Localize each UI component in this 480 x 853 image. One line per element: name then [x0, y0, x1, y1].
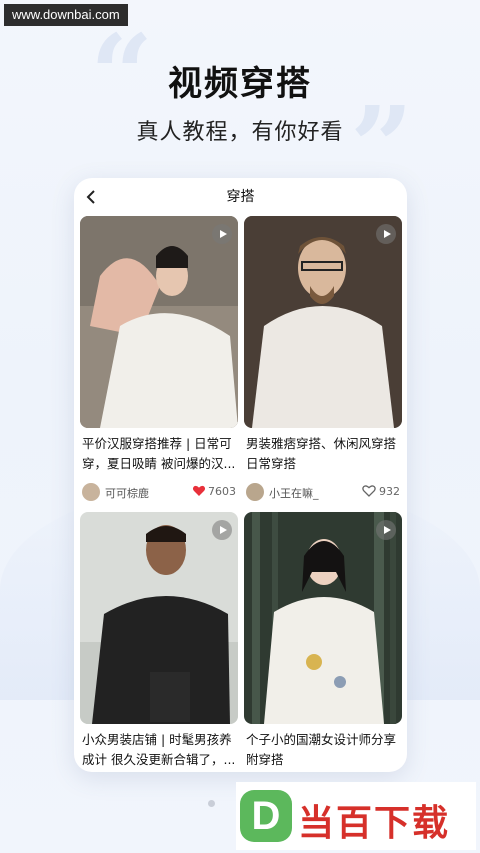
brand-logo: D 当百下载 — [236, 782, 476, 850]
video-meta: 小王在嘛_ 932 — [244, 482, 402, 502]
author-avatar[interactable] — [82, 483, 100, 501]
video-card[interactable]: 个子小的国潮女设计师分享附穿搭 — [244, 512, 402, 770]
top-nav-bar: 穿搭 — [74, 178, 407, 216]
video-thumbnail[interactable] — [80, 216, 238, 428]
heart-filled-icon[interactable] — [192, 484, 206, 498]
play-icon — [212, 520, 232, 540]
like-count: 7603 — [208, 485, 236, 498]
author-name[interactable]: 小王在嘛_ — [269, 485, 319, 501]
thumbnail-image — [80, 216, 238, 428]
author-name[interactable]: 可可棕鹿 — [105, 485, 149, 501]
promo-headline: 视频穿搭 — [168, 64, 312, 104]
carousel-indicator — [208, 800, 218, 810]
thumbnail-image — [244, 512, 402, 724]
video-title: 小众男装店铺 | 时髦男孩养成计 很久没更新合辑了，... — [82, 732, 236, 767]
screen-title: 穿搭 — [226, 189, 255, 205]
carousel-dot[interactable] — [208, 800, 215, 807]
video-title: 男装雅痞穿搭、休闲风穿搭日常穿搭 — [246, 436, 397, 471]
like-count: 932 — [379, 485, 400, 498]
video-thumbnail[interactable] — [80, 512, 238, 724]
thumbnail-image — [244, 216, 402, 428]
brand-name: 当百下载 — [298, 803, 451, 844]
phone-screen: 穿搭 平价汉服穿搭推荐 | 日常可穿，夏日吸睛 被问爆的汉... 可可棕鹿 76… — [74, 178, 407, 772]
play-icon — [376, 224, 396, 244]
video-card[interactable]: 小众男装店铺 | 时髦男孩养成计 很久没更新合辑了，... — [80, 512, 238, 770]
video-thumbnail[interactable] — [244, 512, 402, 724]
video-card[interactable]: 平价汉服穿搭推荐 | 日常可穿，夏日吸睛 被问爆的汉... 可可棕鹿 7603 — [80, 216, 238, 502]
video-card[interactable]: 男装雅痞穿搭、休闲风穿搭日常穿搭 小王在嘛_ 932 — [244, 216, 402, 502]
brand-badge-letter: D — [251, 794, 281, 838]
video-title: 个子小的国潮女设计师分享附穿搭 — [246, 732, 397, 767]
brand-badge-icon: D — [240, 790, 292, 842]
promo-subline: 真人教程，有你好看 — [136, 120, 344, 145]
back-arrow-icon[interactable] — [84, 189, 100, 205]
video-thumbnail[interactable] — [244, 216, 402, 428]
play-icon — [376, 520, 396, 540]
thumbnail-image — [80, 512, 238, 724]
video-meta: 可可棕鹿 7603 — [80, 482, 238, 502]
author-avatar[interactable] — [246, 483, 264, 501]
heart-outline-icon[interactable] — [362, 484, 376, 498]
play-icon — [212, 224, 232, 244]
video-title: 平价汉服穿搭推荐 | 日常可穿，夏日吸睛 被问爆的汉... — [82, 436, 236, 471]
